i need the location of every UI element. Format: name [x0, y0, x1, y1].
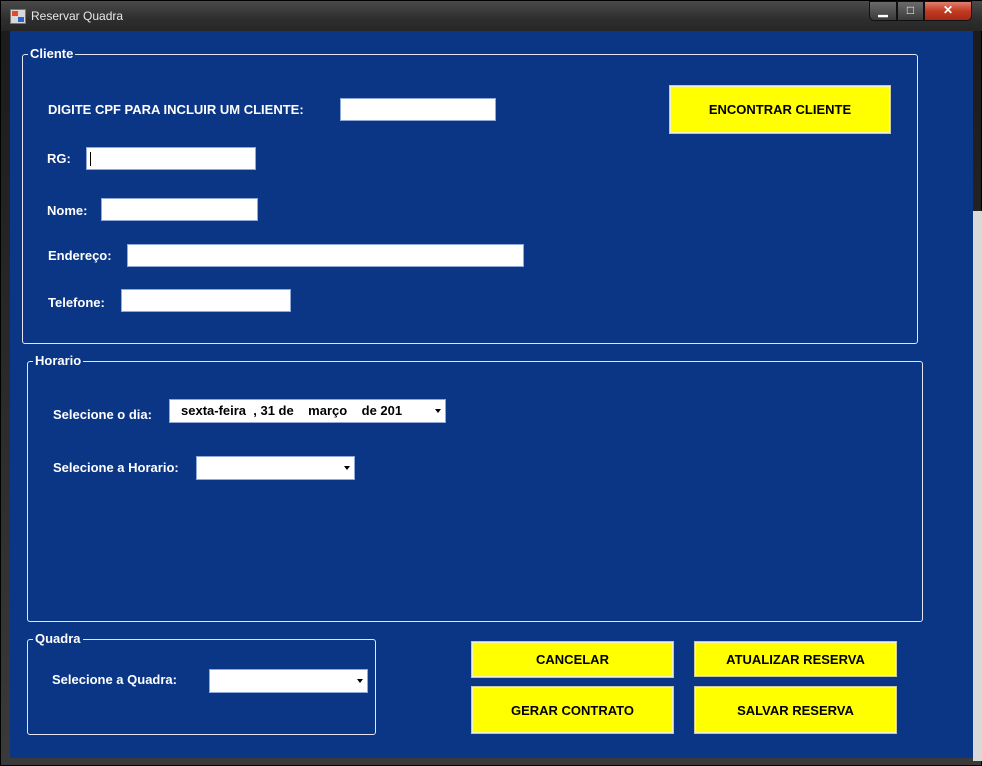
rg-label: RG: — [47, 151, 71, 166]
horario-label: Selecione a Horario: — [53, 460, 179, 475]
endereco-input[interactable] — [127, 244, 524, 267]
window-edge-strip — [973, 211, 982, 761]
text-caret — [90, 152, 91, 166]
cpf-label: DIGITE CPF PARA INCLUIR UM CLIENTE: — [48, 102, 304, 117]
rg-input[interactable] — [86, 147, 256, 170]
maximize-button[interactable]: □ — [897, 1, 924, 21]
nome-input[interactable] — [101, 198, 258, 221]
close-icon: ✕ — [942, 3, 954, 17]
telefone-label: Telefone: — [48, 295, 105, 310]
window-title: Reservar Quadra — [31, 9, 124, 23]
horario-group-title: Horario — [33, 353, 84, 369]
horario-select[interactable] — [196, 456, 355, 480]
minimize-button[interactable]: ▁ — [869, 1, 897, 21]
date-picker-value: sexta-feira , 31 de março de 201 — [181, 403, 403, 418]
find-client-button[interactable]: ENCONTRAR CLIENTE — [669, 85, 891, 134]
telefone-input[interactable] — [121, 289, 291, 312]
cancel-button[interactable]: CANCELAR — [471, 641, 674, 678]
title-bar[interactable]: Reservar Quadra ▁ □ ✕ — [1, 1, 982, 31]
generate-contract-button[interactable]: GERAR CONTRATO — [471, 686, 674, 734]
quadra-select[interactable] — [209, 669, 368, 693]
chevron-down-icon[interactable] — [357, 679, 363, 683]
minimize-icon: ▁ — [878, 3, 888, 17]
dia-label: Selecione o dia: — [53, 407, 152, 422]
form-client-area: Cliente DIGITE CPF PARA INCLUIR UM CLIEN… — [10, 31, 973, 758]
endereco-label: Endereço: — [48, 248, 112, 263]
app-icon — [10, 9, 26, 24]
cpf-input[interactable] — [340, 98, 496, 121]
app-window: Reservar Quadra ▁ □ ✕ Cliente DIGITE CPF… — [0, 0, 982, 766]
save-reservation-button[interactable]: SALVAR RESERVA — [694, 686, 897, 734]
cliente-group-title: Cliente — [28, 46, 76, 62]
nome-label: Nome: — [47, 203, 88, 218]
chevron-down-icon[interactable] — [344, 466, 350, 470]
horario-group: Horario — [27, 353, 923, 622]
close-button[interactable]: ✕ — [924, 1, 972, 21]
chevron-down-icon[interactable] — [435, 409, 441, 413]
quadra-group-title: Quadra — [33, 631, 83, 647]
update-reservation-button[interactable]: ATUALIZAR RESERVA — [694, 641, 897, 677]
maximize-icon: □ — [906, 3, 915, 17]
quadra-label: Selecione a Quadra: — [52, 672, 177, 687]
date-picker[interactable]: sexta-feira , 31 de março de 201 — [169, 399, 446, 423]
